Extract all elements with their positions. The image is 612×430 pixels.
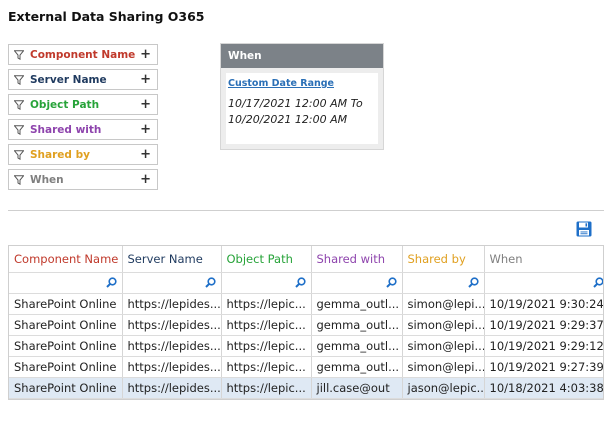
column-search-row	[9, 272, 604, 294]
table-cell: 10/19/2021 9:27:39	[484, 356, 603, 378]
plus-icon[interactable]: +	[140, 48, 151, 61]
table-cell: 10/18/2021 4:03:38	[484, 377, 603, 399]
date-range-text: 10/17/2021 12:00 AM To 10/20/2021 12:00 …	[228, 97, 363, 126]
funnel-icon	[14, 174, 24, 185]
table-cell: https://lepic...	[221, 314, 312, 336]
funnel-icon	[14, 124, 24, 135]
table-row[interactable]: SharePoint Online https://lepides... https…	[9, 335, 603, 357]
table-cell: 10/19/2021 9:30:24	[484, 293, 603, 315]
table-cell: SharePoint Online	[9, 335, 123, 357]
search-icon[interactable]	[294, 277, 306, 288]
plus-icon[interactable]: +	[140, 98, 151, 111]
when-panel-body: Custom Date Range 10/17/2021 12:00 AM To…	[226, 73, 378, 144]
table-cell: https://lepides...	[122, 314, 222, 336]
column-header-component-name[interactable]: Component Name	[9, 246, 123, 273]
results-table: Component Name Server Name Object Path S…	[8, 245, 604, 400]
column-search-field[interactable]	[311, 272, 403, 294]
table-cell: https://lepic...	[221, 356, 312, 378]
table-row[interactable]: SharePoint Online https://lepides... https…	[9, 293, 603, 315]
filter-component-name[interactable]: Component Name +	[8, 44, 158, 65]
table-cell: SharePoint Online	[9, 356, 123, 378]
filter-label: Shared with	[30, 123, 102, 136]
funnel-icon	[14, 49, 24, 60]
table-cell: gemma_outl...	[311, 314, 403, 336]
table-cell: SharePoint Online	[9, 314, 123, 336]
plus-icon[interactable]: +	[140, 148, 151, 161]
table-cell: SharePoint Online	[9, 293, 123, 315]
table-cell: simon@lepi...	[402, 314, 485, 336]
filter-label: When	[30, 173, 64, 186]
save-icon[interactable]	[576, 221, 592, 237]
section-divider	[8, 210, 604, 211]
table-cell: simon@lepi...	[402, 293, 485, 315]
table-cell: gemma_outl...	[311, 356, 403, 378]
column-search-field[interactable]	[122, 272, 222, 294]
page-title: External Data Sharing O365	[8, 9, 205, 24]
when-filter-panel: When Custom Date Range 10/17/2021 12:00 …	[220, 43, 384, 150]
table-cell: gemma_outl...	[311, 293, 403, 315]
table-cell: https://lepic...	[221, 335, 312, 357]
column-header-shared-with[interactable]: Shared with	[311, 246, 403, 273]
filter-server-name[interactable]: Server Name +	[8, 69, 158, 90]
funnel-icon	[14, 149, 24, 160]
filter-label: Shared by	[30, 148, 90, 161]
table-row[interactable]: SharePoint Online https://lepides... https…	[9, 314, 603, 336]
filter-shared-by[interactable]: Shared by +	[8, 144, 158, 165]
filter-shared-with[interactable]: Shared with +	[8, 119, 158, 140]
search-icon[interactable]	[467, 277, 479, 288]
table-cell: simon@lepi...	[402, 335, 485, 357]
plus-icon[interactable]: +	[140, 73, 151, 86]
funnel-icon	[14, 74, 24, 85]
funnel-icon	[14, 99, 24, 110]
filter-label: Component Name	[30, 48, 136, 61]
table-row[interactable]: SharePoint Online https://lepides... https…	[9, 377, 603, 399]
when-panel-title: When	[221, 44, 383, 68]
table-cell: jill.case@out	[311, 377, 403, 399]
column-header-server-name[interactable]: Server Name	[122, 246, 222, 273]
table-cell: 10/19/2021 9:29:12	[484, 335, 603, 357]
search-icon[interactable]	[204, 277, 216, 288]
table-cell: 10/19/2021 9:29:37	[484, 314, 603, 336]
header-row: Component Name Server Name Object Path S…	[9, 246, 603, 273]
table-cell: https://lepic...	[221, 293, 312, 315]
table-cell: https://lepic...	[221, 377, 312, 399]
filter-when[interactable]: When +	[8, 169, 158, 190]
plus-icon[interactable]: +	[140, 123, 151, 136]
custom-date-range-link[interactable]: Custom Date Range	[228, 78, 334, 89]
filter-label: Server Name	[30, 73, 107, 86]
search-icon[interactable]	[385, 277, 397, 288]
table-cell: gemma_outl...	[311, 335, 403, 357]
table-cell: jason@lepic...	[402, 377, 485, 399]
table-cell: simon@lepi...	[402, 356, 485, 378]
column-search-field[interactable]	[484, 272, 604, 294]
filter-list: Component Name + Server Name + Object Pa…	[8, 44, 158, 194]
table-cell: https://lepides...	[122, 293, 222, 315]
table-cell: https://lepides...	[122, 377, 222, 399]
table-cell: https://lepides...	[122, 335, 222, 357]
table-row[interactable]: SharePoint Online https://lepides... https…	[9, 356, 603, 378]
column-search-field[interactable]	[221, 272, 312, 294]
column-search-field[interactable]	[9, 272, 123, 294]
column-search-field[interactable]	[402, 272, 485, 294]
search-icon[interactable]	[105, 277, 117, 288]
search-icon[interactable]	[592, 277, 604, 288]
table-cell: https://lepides...	[122, 356, 222, 378]
filter-object-path[interactable]: Object Path +	[8, 94, 158, 115]
table-cell: SharePoint Online	[9, 377, 123, 399]
column-header-object-path[interactable]: Object Path	[221, 246, 312, 273]
filter-label: Object Path	[30, 98, 100, 111]
plus-icon[interactable]: +	[140, 173, 151, 186]
column-header-when[interactable]: When	[484, 246, 603, 273]
column-header-shared-by[interactable]: Shared by	[402, 246, 485, 273]
